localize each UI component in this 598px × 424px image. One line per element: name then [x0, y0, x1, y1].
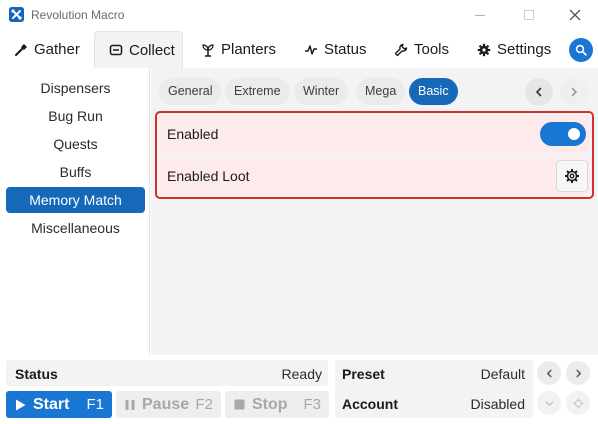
sidebar-item-miscellaneous[interactable]: Miscellaneous — [6, 215, 145, 241]
tab-tools[interactable]: Tools — [394, 31, 449, 68]
option-row-enabled: Enabled — [159, 115, 590, 153]
pause-hotkey: F2 — [195, 396, 213, 413]
stop-label: Stop — [252, 395, 288, 413]
tab-gather[interactable]: Gather — [14, 31, 80, 68]
enabled-toggle[interactable] — [540, 122, 586, 146]
shovel-icon — [14, 43, 28, 57]
tab-status[interactable]: Status — [304, 31, 367, 68]
search-icon — [575, 44, 587, 56]
status-label: Status — [15, 366, 58, 382]
pulse-icon — [304, 43, 318, 57]
loot-settings-button[interactable] — [556, 160, 588, 192]
tab-settings[interactable]: Settings — [477, 31, 551, 68]
tab-label: Gather — [34, 41, 80, 58]
search-button[interactable] — [569, 38, 593, 62]
sidebar-item-memory-match[interactable]: Memory Match — [6, 187, 145, 213]
tab-label: Tools — [414, 41, 450, 58]
start-hotkey: F1 — [86, 396, 104, 413]
maximize-button[interactable] — [506, 0, 552, 30]
tab-label: Collect — [129, 41, 175, 59]
stop-button[interactable]: Stop F3 — [225, 391, 329, 418]
sidebar: Dispensers Bug Run Quests Buffs Memory M… — [0, 68, 150, 355]
pause-icon — [125, 399, 135, 411]
preset-next-button[interactable] — [566, 361, 590, 385]
start-label: Start — [33, 395, 70, 413]
collect-icon — [109, 43, 123, 57]
account-label: Account — [342, 396, 398, 412]
chevron-down-icon — [545, 400, 553, 406]
wrench-icon — [394, 43, 408, 57]
close-button[interactable] — [552, 0, 598, 30]
window-title: Revolution Macro — [31, 8, 125, 22]
pause-button[interactable]: Pause F2 — [116, 391, 221, 418]
chevron-left-icon — [536, 87, 542, 97]
previous-button[interactable] — [525, 78, 553, 106]
minimize-icon — [475, 14, 485, 16]
plant-icon — [201, 43, 215, 57]
tab-label: Settings — [497, 41, 552, 58]
gear-icon — [565, 169, 579, 183]
enabled-label: Enabled — [167, 126, 219, 142]
toggle-knob — [568, 128, 580, 140]
sidebar-item-dispensers[interactable]: Dispensers — [6, 75, 145, 101]
app-logo-icon — [9, 7, 24, 22]
account-dropdown-button[interactable] — [537, 391, 561, 415]
account-settings-button[interactable] — [566, 391, 590, 415]
status-value: Ready — [281, 366, 322, 382]
sidebar-item-quests[interactable]: Quests — [6, 131, 145, 157]
subtab-general[interactable]: General — [159, 78, 222, 105]
highlighted-options-group: Enabled Enabled Loot — [155, 111, 594, 199]
tab-label: Planters — [221, 41, 277, 58]
next-button[interactable] — [560, 78, 588, 106]
preset-previous-button[interactable] — [537, 361, 561, 385]
sidebar-item-buffs[interactable]: Buffs — [6, 159, 145, 185]
minimize-button[interactable] — [457, 0, 503, 30]
enabled-loot-label: Enabled Loot — [167, 168, 250, 184]
preset-label: Preset — [342, 366, 385, 382]
chevron-right-icon — [575, 369, 581, 377]
option-row-enabled-loot: Enabled Loot — [159, 157, 590, 195]
tab-label: Status — [324, 41, 367, 58]
gear-icon — [573, 398, 583, 408]
play-icon — [15, 399, 26, 411]
subtab-mega[interactable]: Mega — [356, 78, 406, 105]
chevron-left-icon — [546, 369, 552, 377]
app-window: Revolution Macro Gather Collect Planters — [0, 0, 598, 424]
main-tabs: Gather Collect Planters Status Tools Set… — [0, 31, 598, 68]
stop-icon — [234, 399, 245, 410]
pause-label: Pause — [142, 395, 190, 413]
tab-collect[interactable]: Collect — [94, 31, 183, 68]
title-bar: Revolution Macro — [0, 0, 598, 30]
sidebar-item-bug-run[interactable]: Bug Run — [6, 103, 145, 129]
preset-value: Default — [480, 366, 525, 382]
tab-planters[interactable]: Planters — [201, 31, 276, 68]
subtab-extreme[interactable]: Extreme — [225, 78, 290, 105]
subtab-winter[interactable]: Winter — [294, 78, 349, 105]
account-value: Disabled — [470, 396, 525, 412]
preset-account-panel: Preset Default Account Disabled — [335, 360, 533, 418]
close-icon — [569, 9, 581, 21]
start-button[interactable]: Start F1 — [6, 391, 112, 418]
stop-hotkey: F3 — [303, 396, 321, 413]
status-panel: Status Ready — [6, 360, 328, 386]
gear-icon — [477, 43, 491, 57]
content-panel: General Extreme Winter Mega Basic Enable… — [151, 68, 598, 355]
subtab-basic[interactable]: Basic — [409, 78, 458, 105]
chevron-right-icon — [571, 87, 577, 97]
maximize-icon — [524, 10, 534, 20]
bottom-bar: Status Ready Start F1 Pause F2 Stop F3 P… — [0, 356, 598, 424]
